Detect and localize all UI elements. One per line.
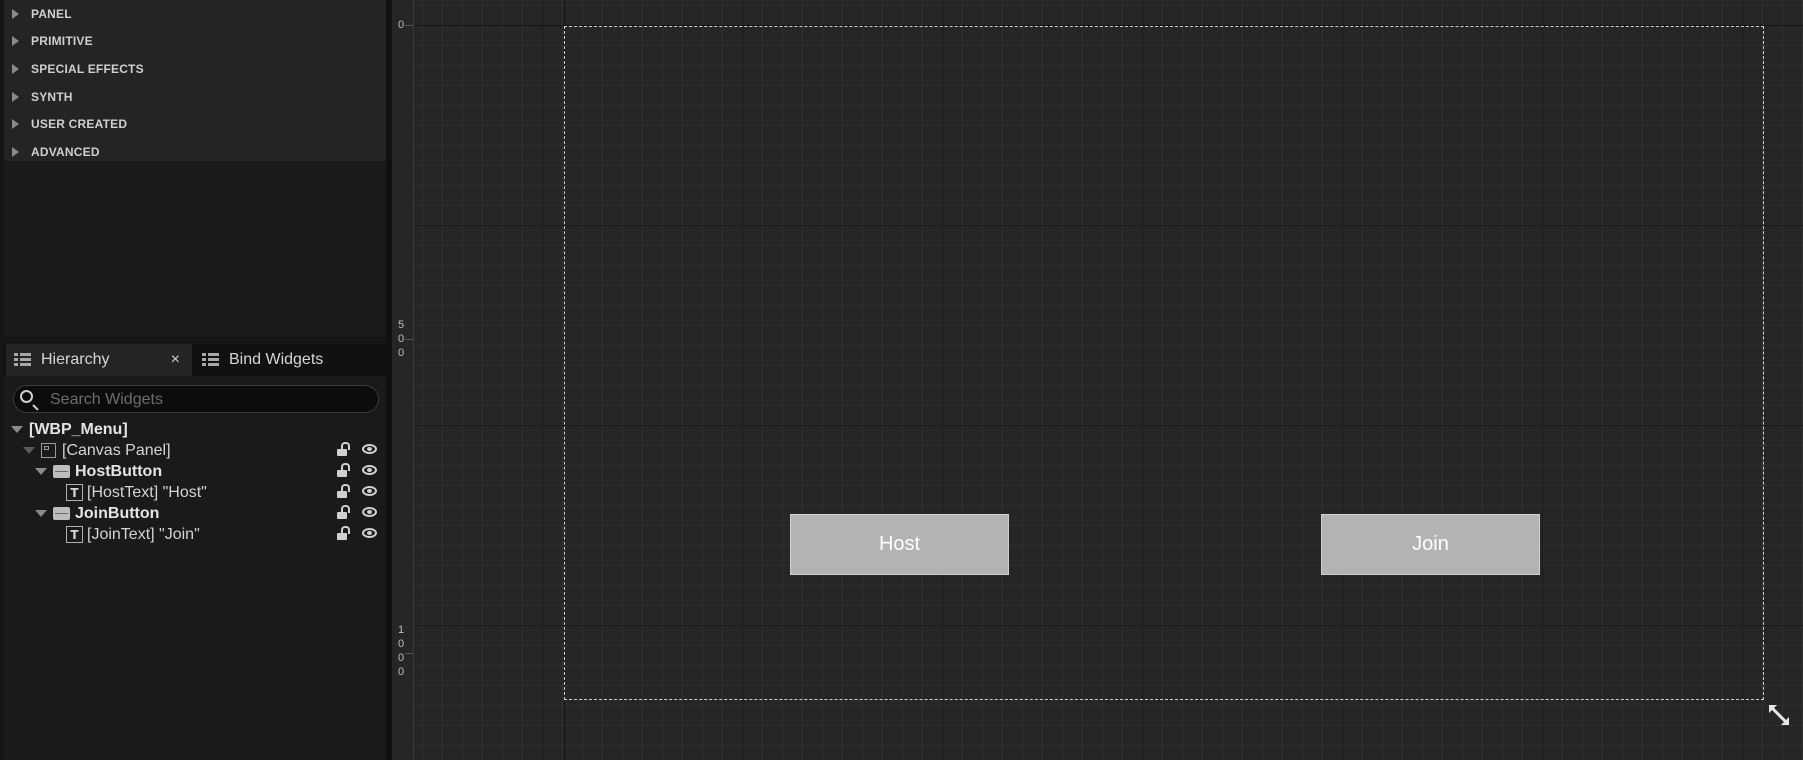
expand-arrow-icon[interactable]: [12, 146, 19, 157]
palette-category-label: ADVANCED: [31, 144, 100, 159]
canvas-bounds: [564, 26, 1764, 700]
collapse-arrow-icon[interactable]: [35, 510, 47, 517]
close-icon[interactable]: ×: [171, 351, 180, 369]
visibility-eye-icon[interactable]: [362, 444, 377, 454]
tab-bind-widgets[interactable]: Bind Widgets: [194, 344, 380, 376]
palette-panel: PANEL PRIMITIVE SPECIAL EFFECTS SYNTH US…: [4, 0, 386, 161]
tree-item-label: HostButton: [75, 462, 163, 480]
ruler-label-1000-digit: 0: [397, 638, 405, 650]
palette-category-label: PANEL: [31, 6, 72, 21]
search-box[interactable]: [13, 385, 379, 414]
palette-category-synth[interactable]: SYNTH: [4, 83, 386, 111]
palette-category-label: PRIMITIVE: [31, 34, 93, 49]
tree-item-join-text[interactable]: T [JoinText] "Join": [4, 524, 386, 545]
lock-icon[interactable]: [337, 442, 350, 456]
hierarchy-panel: Hierarchy × Bind Widgets [WBP_Menu]: [4, 344, 386, 760]
tab-label: Hierarchy: [41, 351, 110, 368]
resize-arrows-icon[interactable]: [1767, 703, 1791, 727]
ruler-label-500-digit: 0: [397, 333, 405, 345]
tree-item-join-button[interactable]: JoinButton: [4, 503, 386, 524]
expand-arrow-icon[interactable]: [12, 63, 19, 74]
ruler-label-1000-digit: 1: [397, 624, 405, 636]
tree-item-canvas-panel[interactable]: [Canvas Panel]: [4, 440, 386, 461]
join-button[interactable]: Join: [1321, 514, 1540, 575]
palette-category-label: USER CREATED: [31, 117, 128, 132]
palette-category-label: SPECIAL EFFECTS: [31, 61, 144, 76]
expand-arrow-icon[interactable]: [12, 36, 19, 47]
list-icon: [202, 353, 219, 367]
ruler-label-1000-digit: 0: [397, 666, 405, 678]
text-icon: T: [66, 526, 83, 543]
lock-icon[interactable]: [337, 484, 350, 498]
lock-icon[interactable]: [337, 526, 350, 540]
tree-item-host-button[interactable]: HostButton: [4, 461, 386, 482]
expand-arrow-icon[interactable]: [12, 8, 19, 19]
visibility-eye-icon[interactable]: [362, 486, 377, 496]
search-input[interactable]: [48, 386, 372, 414]
tree-item-label: JoinButton: [75, 504, 160, 522]
tab-bar: Hierarchy × Bind Widgets: [4, 344, 386, 376]
collapse-arrow-icon[interactable]: [35, 468, 47, 475]
lock-icon[interactable]: [337, 505, 350, 519]
visibility-eye-icon[interactable]: [362, 507, 377, 517]
ruler-tick: [405, 339, 413, 340]
button-icon: [53, 465, 70, 478]
palette-empty-area: [4, 161, 386, 337]
visibility-eye-icon[interactable]: [362, 528, 377, 538]
button-icon: [53, 507, 70, 520]
ruler-label-1000-digit: 0: [397, 652, 405, 664]
tree-item-label: [JoinText] "Join": [87, 525, 200, 543]
expand-arrow-icon[interactable]: [12, 119, 19, 130]
ruler-label-500-digit: 0: [397, 347, 405, 359]
ruler-label-0: 0: [397, 19, 405, 31]
collapse-arrow-icon[interactable]: [11, 426, 23, 433]
left-panel: PANEL PRIMITIVE SPECIAL EFFECTS SYNTH US…: [0, 0, 392, 760]
search-icon: [20, 390, 33, 403]
list-icon: [14, 353, 31, 367]
palette-category-primitive[interactable]: PRIMITIVE: [4, 28, 386, 56]
designer-viewport[interactable]: 0 5 0 0 1 0 0 0 Host Join: [392, 0, 1803, 760]
ruler-tick: [405, 25, 413, 26]
palette-category-user-created[interactable]: USER CREATED: [4, 110, 386, 138]
palette-category-label: SYNTH: [31, 89, 73, 104]
palette-category-special-effects[interactable]: SPECIAL EFFECTS: [4, 55, 386, 83]
ruler-label-500-digit: 5: [397, 319, 405, 331]
tree-item-label: [HostText] "Host": [87, 483, 207, 501]
palette-category-panel[interactable]: PANEL: [4, 0, 386, 28]
canvas-panel-icon: [41, 443, 56, 458]
tree-item-label: [WBP_Menu]: [29, 420, 128, 438]
visibility-eye-icon[interactable]: [362, 465, 377, 475]
lock-icon[interactable]: [337, 463, 350, 477]
expand-arrow-icon[interactable]: [12, 91, 19, 102]
text-icon: T: [66, 484, 83, 501]
tree-item-host-text[interactable]: T [HostText] "Host": [4, 482, 386, 503]
tab-label: Bind Widgets: [229, 351, 324, 368]
tab-hierarchy[interactable]: Hierarchy ×: [6, 344, 192, 376]
tree-item-wbp-menu[interactable]: [WBP_Menu]: [4, 419, 386, 440]
vertical-ruler[interactable]: 0 5 0 0 1 0 0 0: [392, 0, 414, 760]
host-button[interactable]: Host: [790, 514, 1009, 575]
tree-item-label: [Canvas Panel]: [62, 441, 171, 459]
collapse-arrow-icon[interactable]: [23, 447, 35, 454]
ruler-tick: [405, 653, 413, 654]
